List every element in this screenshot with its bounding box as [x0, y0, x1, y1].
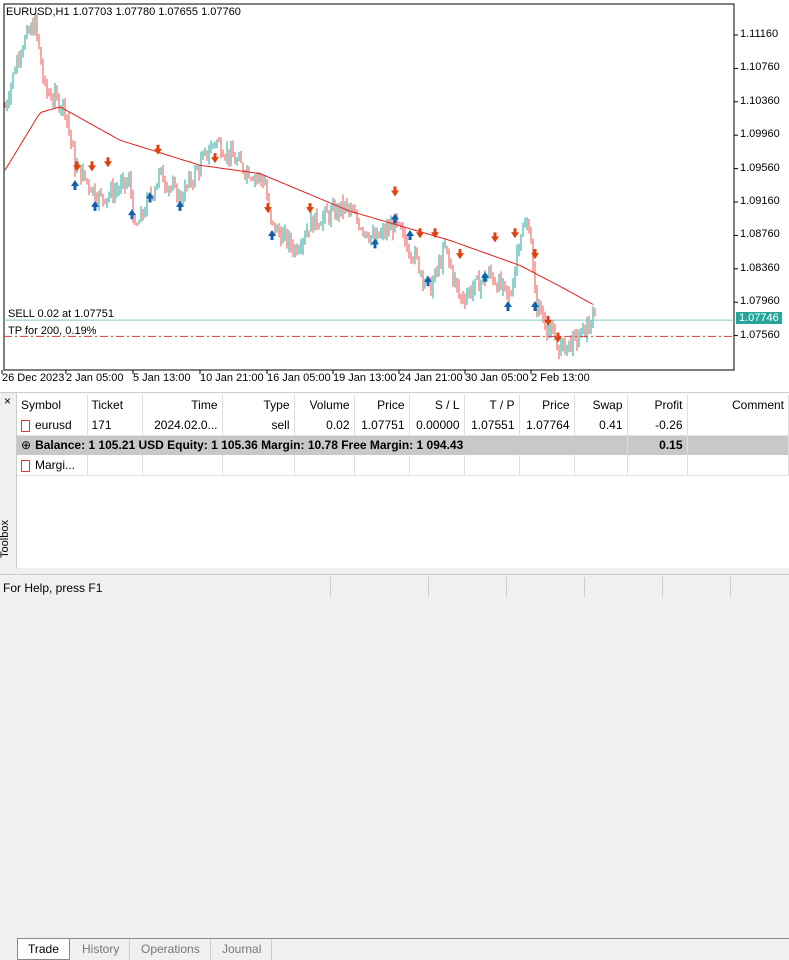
row-ticket: 171 — [87, 415, 143, 436]
table-row[interactable]: eurusd 171 2024.02.0... sell 0.02 1.0775… — [17, 415, 789, 436]
row-volume: 0.02 — [294, 415, 355, 436]
row-profit: -0.26 — [627, 415, 688, 436]
sell-arrow-icon — [531, 249, 539, 260]
toolbox-panel: × Toolbox Symbol Ticket Time Type Volume… — [0, 392, 789, 960]
toolbox-tabs: Trade History Operations Journal — [17, 938, 789, 960]
sell-arrow-icon — [491, 232, 499, 243]
col-tp[interactable]: T / P — [464, 395, 520, 415]
col-ticket[interactable]: Ticket — [87, 395, 143, 415]
col-time[interactable]: Time — [142, 395, 223, 415]
tp-line-label: TP for 200, 0.19% — [8, 325, 97, 337]
row-comment — [687, 415, 789, 436]
buy-arrow-icon — [391, 213, 399, 224]
summary-profit: 0.15 — [627, 435, 688, 455]
margin-row-label: Margi... — [35, 457, 76, 472]
sell-arrow-icon — [456, 249, 464, 260]
price-tick: 1.11160 — [740, 28, 779, 40]
tab-journal[interactable]: Journal — [212, 939, 273, 960]
time-tick: 5 Jan 13:00 — [133, 372, 191, 384]
buy-arrow-icon — [91, 200, 99, 211]
sell-arrow-icon — [104, 157, 112, 168]
toolbox-sidebar: × Toolbox — [0, 393, 17, 569]
order-icon — [21, 419, 30, 432]
row-time: 2024.02.0... — [142, 415, 223, 436]
status-help: For Help, press F1 — [3, 581, 103, 595]
buy-arrow-icon — [504, 301, 512, 312]
col-type[interactable]: Type — [222, 395, 295, 415]
buy-arrow-icon — [481, 271, 489, 282]
close-icon[interactable]: × — [4, 394, 11, 408]
chart-title: EURUSD,H1 1.07703 1.07780 1.07655 1.0776… — [6, 6, 241, 18]
buy-arrow-icon — [71, 179, 79, 190]
sell-arrow-icon — [88, 161, 96, 172]
buy-arrow-icon — [531, 301, 539, 312]
sell-arrow-icon — [211, 153, 219, 164]
price-tick: 1.09160 — [740, 195, 780, 207]
trade-table: Symbol Ticket Time Type Volume Price S /… — [17, 395, 789, 476]
time-tick: 2 Feb 13:00 — [531, 372, 590, 384]
price-tick: 1.07560 — [740, 328, 780, 341]
time-tick: 10 Jan 21:00 — [200, 372, 264, 384]
row-sl[interactable]: 0.00000 — [409, 415, 465, 436]
table-row[interactable]: Margi... — [17, 455, 789, 476]
summary-row: ⊕ Balance: 1 105.21 USD Equity: 1 105.36 … — [17, 435, 789, 455]
sell-arrow-icon — [73, 161, 81, 172]
row-price: 1.07751 — [354, 415, 410, 436]
price-chart[interactable]: EURUSD,H1 1.07703 1.07780 1.07655 1.0776… — [0, 0, 789, 392]
tab-operations[interactable]: Operations — [131, 939, 211, 960]
account-summary: Balance: 1 105.21 USD Equity: 1 105.36 M… — [35, 438, 464, 453]
price-tick: 1.08760 — [740, 228, 780, 241]
row-symbol: eurusd — [35, 417, 72, 432]
toolbox-title: Toolbox — [0, 520, 11, 558]
time-tick: 19 Jan 13:00 — [333, 372, 397, 384]
price-tick: 1.10760 — [740, 61, 780, 74]
price-tick: 1.07960 — [740, 295, 780, 308]
col-volume[interactable]: Volume — [294, 395, 355, 415]
row-tp[interactable]: 1.07551 — [464, 415, 520, 436]
price-tick: 1.08360 — [740, 261, 780, 274]
sell-arrow-icon — [416, 228, 424, 239]
time-tick: 26 Dec 2023 — [2, 372, 65, 384]
buy-arrow-icon — [371, 238, 379, 249]
price-tick: 1.09560 — [740, 161, 780, 174]
col-current-price[interactable]: Price — [519, 395, 575, 415]
sell-arrow-icon — [511, 228, 519, 239]
col-symbol[interactable]: Symbol — [17, 395, 88, 415]
tab-history[interactable]: History — [72, 939, 131, 960]
row-current-price: 1.07764 — [519, 415, 575, 436]
expand-icon[interactable]: ⊕ — [21, 438, 31, 452]
time-tick: 2 Jan 05:00 — [66, 372, 124, 384]
tab-trade[interactable]: Trade — [17, 939, 70, 960]
table-header: Symbol Ticket Time Type Volume Price S /… — [17, 395, 789, 415]
col-price[interactable]: Price — [354, 395, 410, 415]
time-tick: 30 Jan 05:00 — [465, 372, 529, 384]
sell-arrow-icon — [306, 203, 314, 214]
col-swap[interactable]: Swap — [574, 395, 628, 415]
col-profit[interactable]: Profit — [627, 395, 688, 415]
status-bar: For Help, press F1 — [0, 574, 789, 600]
col-comment[interactable]: Comment — [687, 395, 789, 415]
current-price-label: 1.07746 — [736, 312, 782, 324]
time-tick: 24 Jan 21:00 — [399, 372, 463, 384]
price-tick: 1.10360 — [740, 94, 780, 107]
sell-arrow-icon — [391, 186, 399, 197]
col-sl[interactable]: S / L — [409, 395, 465, 415]
margin-icon — [21, 459, 30, 472]
price-tick: 1.09960 — [740, 128, 780, 141]
row-type: sell — [222, 415, 295, 436]
time-tick: 16 Jan 05:00 — [267, 372, 331, 384]
row-swap: 0.41 — [574, 415, 628, 436]
chart-canvas — [1, 3, 738, 374]
sell-line-label: SELL 0.02 at 1.07751 — [8, 308, 115, 320]
